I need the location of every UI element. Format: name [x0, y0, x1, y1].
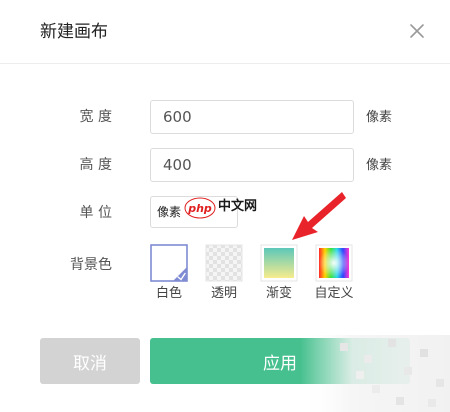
php-logo: php — [184, 197, 216, 219]
background-option-gradient[interactable] — [260, 244, 298, 282]
background-option-transparent-label: 透明 — [210, 286, 237, 301]
background-label: 背景色 — [70, 257, 112, 273]
background-option-gradient-label: 渐变 — [265, 286, 292, 301]
unit-select-value: 像素 — [157, 205, 182, 219]
background-option-transparent[interactable] — [205, 244, 243, 282]
unit-label: 单 位 — [79, 205, 112, 221]
width-input[interactable] — [150, 100, 354, 134]
background-option-white[interactable] — [150, 244, 188, 282]
background-option-custom[interactable] — [315, 244, 353, 282]
dialog-header: 新建画布 — [0, 0, 450, 64]
dialog-title: 新建画布 — [40, 22, 108, 42]
width-label: 宽 度 — [79, 109, 112, 125]
background-option-custom-label: 自定义 — [314, 286, 354, 301]
annotation-arrow-icon — [292, 192, 346, 240]
watermark-text: 中文网 — [218, 199, 258, 214]
close-icon[interactable] — [408, 22, 426, 40]
width-unit: 像素 — [366, 110, 393, 125]
height-label: 高 度 — [79, 157, 112, 173]
height-unit: 像素 — [366, 158, 393, 173]
watermark: php 中文网 — [184, 196, 268, 222]
svg-text:php: php — [187, 202, 212, 215]
height-input[interactable] — [150, 148, 354, 182]
cancel-button[interactable]: 取消 — [40, 338, 140, 384]
background-option-white-label: 白色 — [155, 286, 182, 301]
noise-overlay — [300, 335, 450, 412]
